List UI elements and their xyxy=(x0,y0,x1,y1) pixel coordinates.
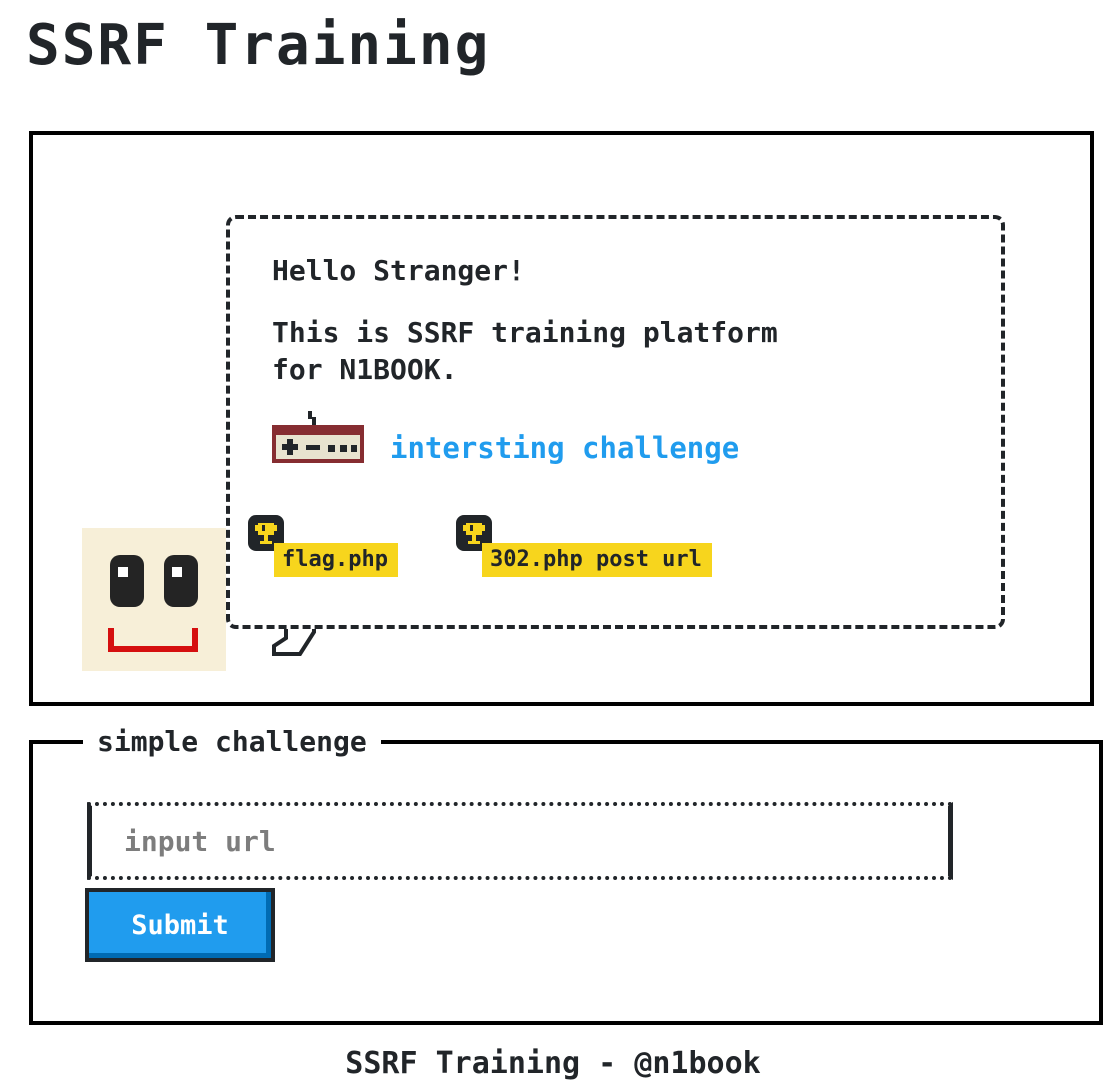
speech-balloon: Hello Stranger! This is SSRF training pl… xyxy=(226,215,1005,629)
avatar-eye-right xyxy=(164,555,198,607)
greeting-text: Hello Stranger! xyxy=(272,254,525,287)
badge-label-flag: flag.php xyxy=(274,543,398,577)
url-input[interactable] xyxy=(87,802,953,880)
badge-flag[interactable]: flag.php xyxy=(248,515,428,581)
form-title: simple challenge xyxy=(83,722,381,762)
game-controller-icon xyxy=(272,411,364,463)
avatar-eye-left xyxy=(110,555,144,607)
challenge-form-container: simple challenge Submit xyxy=(29,722,1103,1025)
badge-302[interactable]: 302.php post url xyxy=(456,515,806,581)
avatar-mouth xyxy=(108,628,198,652)
intro-container: Hello Stranger! This is SSRF training pl… xyxy=(29,131,1094,706)
challenge-link[interactable]: intersting challenge xyxy=(390,431,739,465)
footer-text: SSRF Training - @n1book xyxy=(345,1046,761,1081)
badge-label-302: 302.php post url xyxy=(482,543,712,577)
page-title: SSRF Training xyxy=(26,13,491,78)
challenge-row: intersting challenge xyxy=(272,409,739,465)
description-text: This is SSRF training platform for N1BOO… xyxy=(272,316,778,386)
submit-button[interactable]: Submit xyxy=(85,888,275,962)
balloon-tail xyxy=(272,624,316,656)
smiley-face-icon xyxy=(82,528,226,671)
